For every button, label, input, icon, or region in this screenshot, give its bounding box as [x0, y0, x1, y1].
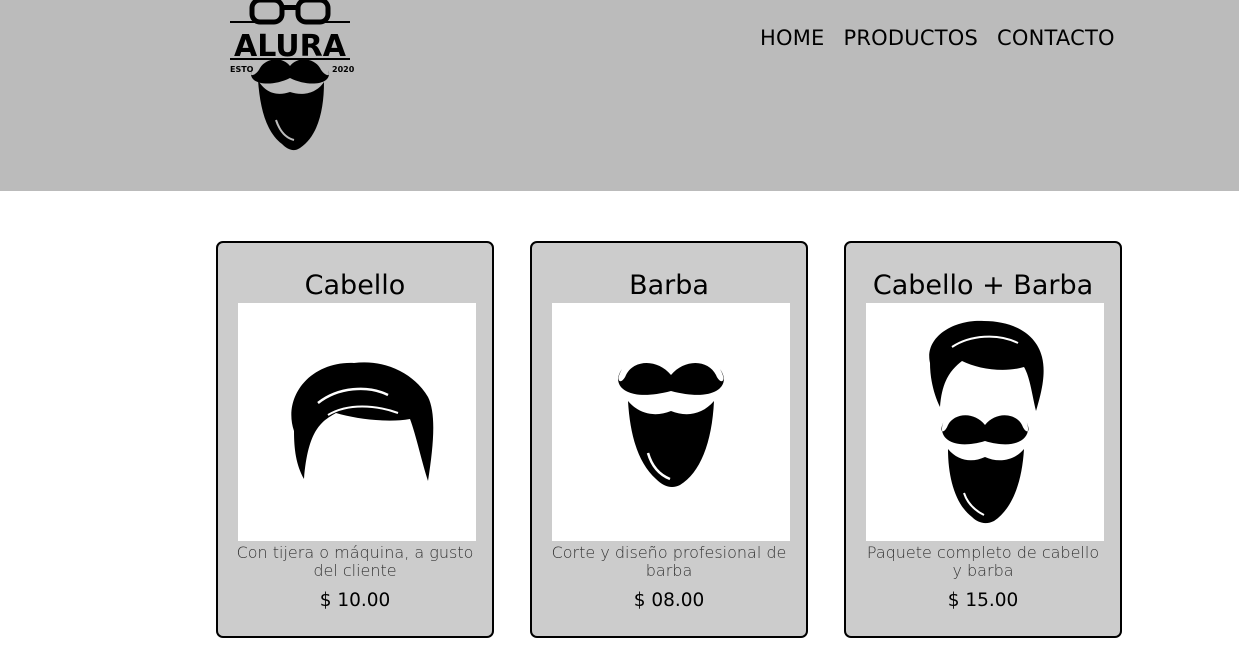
nav-contacto[interactable]: CONTACTO: [997, 24, 1115, 52]
nav-productos[interactable]: PRODUCTOS: [844, 24, 978, 52]
main-nav: HOME PRODUCTOS CONTACTO: [760, 24, 1115, 52]
card-price: $ 15.00: [947, 590, 1019, 611]
card-title: Barba: [629, 270, 709, 301]
product-card-cabello-barba[interactable]: Cabello + Barba Paquete completo de cabe…: [844, 241, 1122, 638]
hair-illustration: [238, 303, 476, 541]
card-price: $ 08.00: [633, 590, 705, 611]
card-price: $ 10.00: [319, 590, 391, 611]
product-card-cabello[interactable]: Cabello Con tijera o máquina, a gusto de…: [216, 241, 494, 638]
alura-logo[interactable]: ALURA ESTO 2020: [226, 0, 354, 152]
card-title: Cabello + Barba: [872, 270, 1094, 301]
nav-home[interactable]: HOME: [760, 24, 825, 52]
hair-and-beard-illustration: [866, 303, 1104, 541]
beard-illustration: [552, 303, 790, 541]
svg-text:2020: 2020: [332, 65, 354, 74]
card-description: Con tijera o máquina, a gusto del client…: [236, 543, 474, 580]
card-title: Cabello: [304, 270, 406, 301]
card-description: Corte y diseño profesional de barba: [551, 543, 787, 580]
product-card-barba[interactable]: Barba Corte y diseño profesional de barb…: [530, 241, 808, 638]
svg-text:ESTO: ESTO: [230, 65, 254, 74]
card-description: Paquete completo de cabello y barba: [866, 543, 1100, 580]
site-header: ALURA ESTO 2020 HOME PRODUCTOS CONTACTO: [0, 0, 1239, 191]
